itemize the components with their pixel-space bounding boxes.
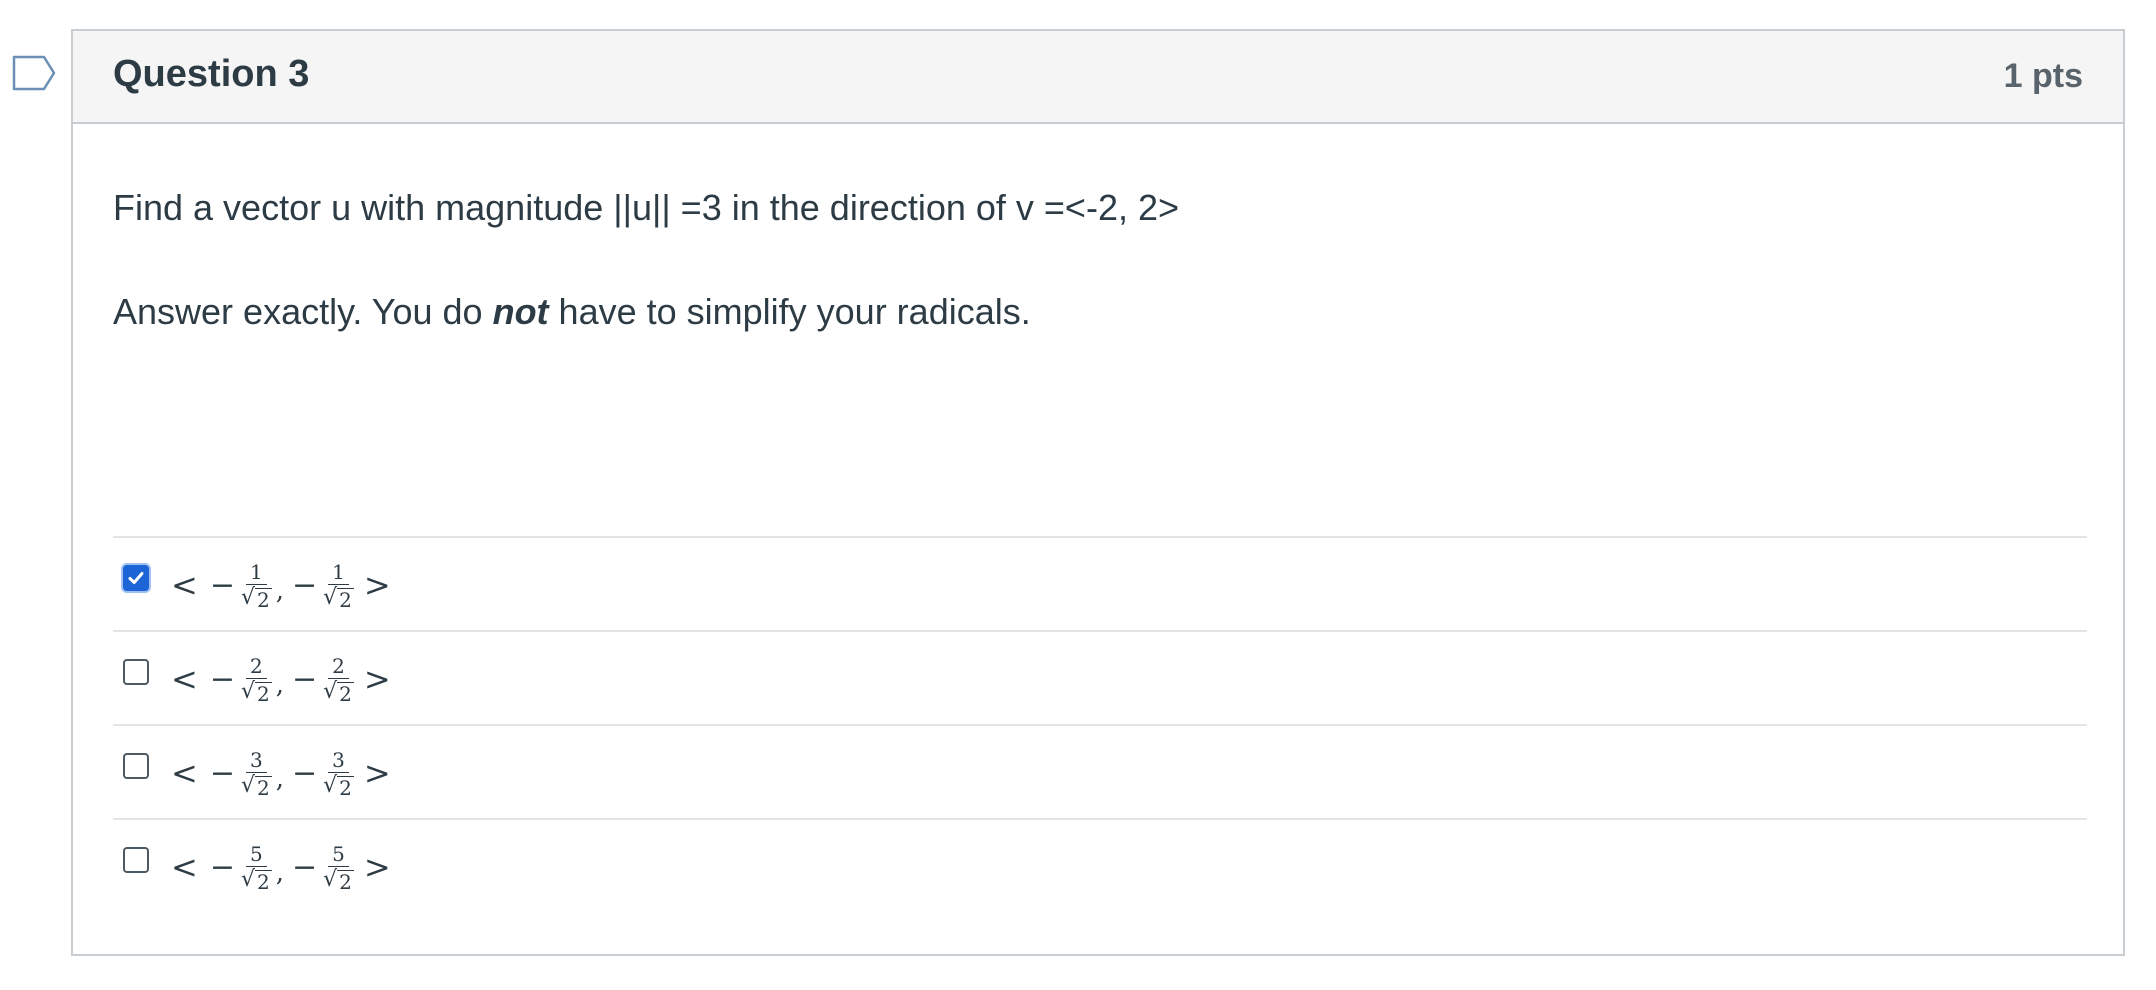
question-points: 1 pts <box>2003 57 2083 95</box>
answer-checkbox[interactable] <box>123 565 149 591</box>
fraction-numerator: 3 <box>328 748 349 773</box>
comma: , <box>275 576 284 606</box>
angle-close: > <box>363 566 391 604</box>
fraction-numerator: 1 <box>328 560 349 585</box>
instruction-text-after: have to simplify your radicals. <box>548 291 1031 332</box>
radicand: 2 <box>337 869 354 894</box>
angle-close: > <box>363 660 391 698</box>
question-card: Question 3 1 pts Find a vector u with ma… <box>71 29 2125 956</box>
answer-option[interactable]: < − 1 √ 2 , − 1 √ 2 > <box>113 536 2087 630</box>
answer-expression: < − 2 √ 2 , − 2 √ 2 > <box>163 642 399 716</box>
question-title: Question 3 <box>113 53 310 95</box>
angle-open: < <box>171 754 198 792</box>
fraction-x: 2 √ 2 <box>241 654 272 705</box>
question-instruction: Answer exactly. You do not have to simpl… <box>113 291 1031 333</box>
sqrt-icon: √ <box>240 678 255 704</box>
angle-close: > <box>363 754 391 792</box>
minus-sign: − <box>291 567 318 603</box>
fraction-denominator: √ 2 <box>323 867 354 893</box>
minus-sign: − <box>209 567 235 603</box>
answer-list: < − 1 √ 2 , − 1 √ 2 > < − 2 √ 2 , − 2 √ … <box>113 536 2087 912</box>
angle-open: < <box>171 566 198 604</box>
fraction-denominator: √ 2 <box>241 773 272 799</box>
minus-sign: − <box>291 755 318 791</box>
answer-expression: < − 1 √ 2 , − 1 √ 2 > <box>163 548 399 622</box>
fraction-numerator: 5 <box>328 842 349 867</box>
radicand: 2 <box>254 587 272 612</box>
fraction-denominator: √ 2 <box>241 867 272 893</box>
sqrt-icon: √ <box>240 772 255 798</box>
fraction-denominator: √ 2 <box>241 679 272 705</box>
sqrt-icon: √ <box>323 584 338 610</box>
radicand: 2 <box>337 775 354 800</box>
sqrt-icon: √ <box>240 866 255 892</box>
fraction-numerator: 2 <box>328 654 349 679</box>
answer-option[interactable]: < − 2 √ 2 , − 2 √ 2 > <box>113 630 2087 724</box>
fraction-x: 3 √ 2 <box>241 748 272 799</box>
comma: , <box>275 858 284 888</box>
checkmark-icon <box>128 572 144 584</box>
fraction-y: 3 √ 2 <box>323 748 354 799</box>
minus-sign: − <box>209 849 235 885</box>
answer-expression: < − 3 √ 2 , − 3 √ 2 > <box>163 736 399 810</box>
minus-sign: − <box>209 661 235 697</box>
radicand: 2 <box>254 869 272 894</box>
sqrt-icon: √ <box>240 584 255 610</box>
comma: , <box>275 670 284 700</box>
fraction-denominator: √ 2 <box>323 585 354 611</box>
fraction-numerator: 1 <box>245 560 267 585</box>
instruction-text-before: Answer exactly. You do <box>113 291 493 332</box>
fraction-x: 1 √ 2 <box>241 560 272 611</box>
answer-checkbox[interactable] <box>123 659 149 685</box>
angle-open: < <box>171 660 198 698</box>
question-prompt: Find a vector u with magnitude ||u|| =3 … <box>113 187 1180 228</box>
minus-sign: − <box>291 661 318 697</box>
fraction-denominator: √ 2 <box>323 679 354 705</box>
answer-checkbox[interactable] <box>123 753 149 779</box>
answer-checkbox[interactable] <box>123 847 149 873</box>
minus-sign: − <box>209 755 235 791</box>
sqrt-icon: √ <box>323 866 338 892</box>
fraction-numerator: 3 <box>245 748 267 773</box>
sqrt-icon: √ <box>323 678 338 704</box>
sqrt-icon: √ <box>323 772 338 798</box>
radicand: 2 <box>254 775 272 800</box>
answer-expression: < − 5 √ 2 , − 5 √ 2 > <box>163 830 399 904</box>
fraction-denominator: √ 2 <box>323 773 354 799</box>
fraction-y: 1 √ 2 <box>323 560 354 611</box>
fraction-y: 2 √ 2 <box>323 654 354 705</box>
radicand: 2 <box>337 681 354 706</box>
answer-option[interactable]: < − 3 √ 2 , − 3 √ 2 > <box>113 724 2087 818</box>
fraction-x: 5 √ 2 <box>241 842 272 893</box>
quiz-page: Question 3 1 pts Find a vector u with ma… <box>0 0 2156 990</box>
answer-option[interactable]: < − 5 √ 2 , − 5 √ 2 > <box>113 818 2087 912</box>
fraction-denominator: √ 2 <box>241 585 272 611</box>
question-header: Question 3 1 pts <box>73 31 2123 124</box>
angle-open: < <box>171 848 198 886</box>
comma: , <box>275 764 284 794</box>
radicand: 2 <box>254 681 272 706</box>
fraction-numerator: 2 <box>245 654 267 679</box>
radicand: 2 <box>337 587 354 612</box>
bookmark-flag-icon[interactable] <box>12 55 56 91</box>
minus-sign: − <box>291 849 318 885</box>
angle-close: > <box>363 848 391 886</box>
fraction-numerator: 5 <box>245 842 267 867</box>
instruction-emphasis: not <box>492 291 549 332</box>
fraction-y: 5 √ 2 <box>323 842 354 893</box>
